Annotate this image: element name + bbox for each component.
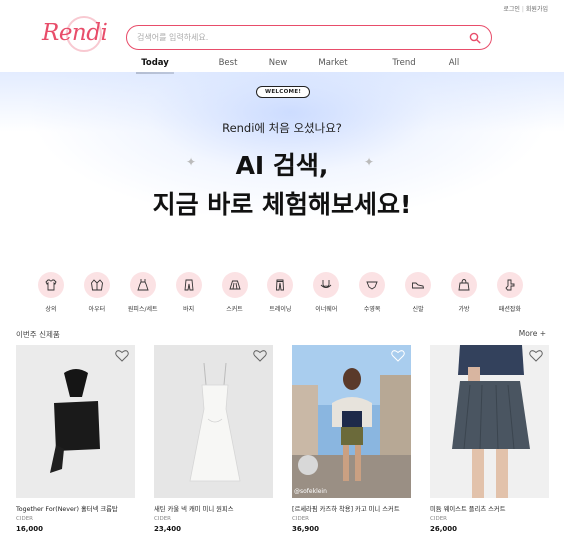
category-skirt[interactable]: 스커트 [212,272,258,313]
category-label: 원피스/세트 [127,306,158,313]
training-icon [276,279,285,291]
heart-icon[interactable] [391,349,405,362]
skirt-icon [228,280,241,290]
category-top[interactable]: 상의 [28,272,74,313]
category-outer[interactable]: 아우터 [74,272,120,313]
welcome-hero: WELCOME! Rendi에 처음 오셨나요? ✦ ✦ AI 검색, 지금 바… [0,72,564,262]
search-bar[interactable] [126,25,492,50]
category-label: 바지 [183,306,195,313]
category-label: 상의 [45,306,57,313]
category-innerwear[interactable]: 이너웨어 [303,272,349,313]
bag-icon [458,279,470,291]
dress-icon [137,279,149,291]
category-label: 패션잡화 [498,306,521,313]
product-brand: CIDER [154,516,171,522]
product-card[interactable]: 새틴 카울 넥 캐미 미니 원피스 CIDER 23,400 [154,345,273,533]
product-image[interactable] [154,345,273,498]
hero-question: Rendi에 처음 오셨나요? [222,121,342,135]
category-row: 상의 아우터 원피스/세트 바지 스커트 트레이닝 이너웨어 수영복 신발 가방… [28,272,533,313]
search-input[interactable] [137,33,469,42]
accessory-icon [505,279,515,291]
category-swimwear[interactable]: 수영복 [349,272,395,313]
welcome-badge: WELCOME! [256,86,311,98]
category-label: 가방 [458,306,470,313]
product-name[interactable]: 새틴 카울 넥 캐미 미니 원피스 [154,504,273,513]
more-link[interactable]: More + [519,329,546,338]
auth-links: 로그인 | 회원가입 [503,4,548,13]
product-price: 26,000 [430,525,458,533]
hero-title-line2: 지금 바로 체험해보세요! [152,190,412,219]
product-image[interactable]: @sofeklein [292,345,411,498]
product-name[interactable]: 미듐 웨이스트 플리츠 스커트 [430,504,549,513]
product-price: 36,900 [292,525,320,533]
login-link[interactable]: 로그인 [503,6,520,13]
heart-icon[interactable] [115,349,129,362]
product-price: 16,000 [16,525,44,533]
photo-credit: @sofeklein [294,488,327,495]
category-accessory[interactable]: 패션잡화 [487,272,533,313]
swimwear-icon [366,281,378,290]
category-label: 이너웨어 [315,306,338,313]
category-label: 아우터 [88,306,106,313]
hero-title-line1: AI 검색, [235,151,329,180]
product-image[interactable] [16,345,135,498]
product-card[interactable]: Together For(Never) 홀터넥 크롭탑 CIDER 16,000 [16,345,135,533]
product-price: 23,400 [154,525,182,533]
product-image[interactable] [430,345,549,498]
auth-separator: | [521,6,524,13]
product-card[interactable]: 미듐 웨이스트 플리츠 스커트 CIDER 26,000 [430,345,549,533]
product-brand: CIDER [292,516,309,522]
product-name[interactable]: Together For(Never) 홀터넥 크롭탑 [16,504,135,513]
heart-icon[interactable] [253,349,267,362]
top-icon [45,279,57,291]
category-label: 트레이닝 [269,306,292,313]
rendi-logo[interactable]: Rendi [28,14,116,54]
logo-text: Rendi [42,20,108,46]
halter-top-image [16,345,135,498]
product-brand: CIDER [16,516,33,522]
section-title: 이번주 신제품 [16,330,60,339]
innerwear-icon [320,280,332,288]
product-list: Together For(Never) 홀터넥 크롭탑 CIDER 16,000… [16,345,549,533]
category-pants[interactable]: 바지 [166,272,212,313]
category-training[interactable]: 트레이닝 [257,272,303,313]
white-dress-image [154,345,273,498]
product-brand: CIDER [430,516,447,522]
category-label: 수영복 [363,306,381,313]
signup-link[interactable]: 회원가입 [526,6,548,13]
outer-icon [90,279,103,291]
search-icon[interactable] [469,32,481,44]
shoe-icon [412,282,425,289]
product-name[interactable]: [르세라핌 카즈하 착용] 카고 미니 스커트 [292,504,411,513]
category-label: 신발 [412,306,424,313]
cargo-skirt-image [292,345,411,498]
category-bag[interactable]: 가방 [441,272,487,313]
pleated-skirt-image [430,345,549,498]
category-label: 스커트 [226,306,243,313]
pants-icon [184,279,194,291]
heart-icon[interactable] [529,349,543,362]
product-card[interactable]: @sofeklein [르세라핌 카즈하 착용] 카고 미니 스커트 CIDER… [292,345,411,533]
category-shoes[interactable]: 신발 [395,272,441,313]
category-dress[interactable]: 원피스/세트 [120,272,166,313]
